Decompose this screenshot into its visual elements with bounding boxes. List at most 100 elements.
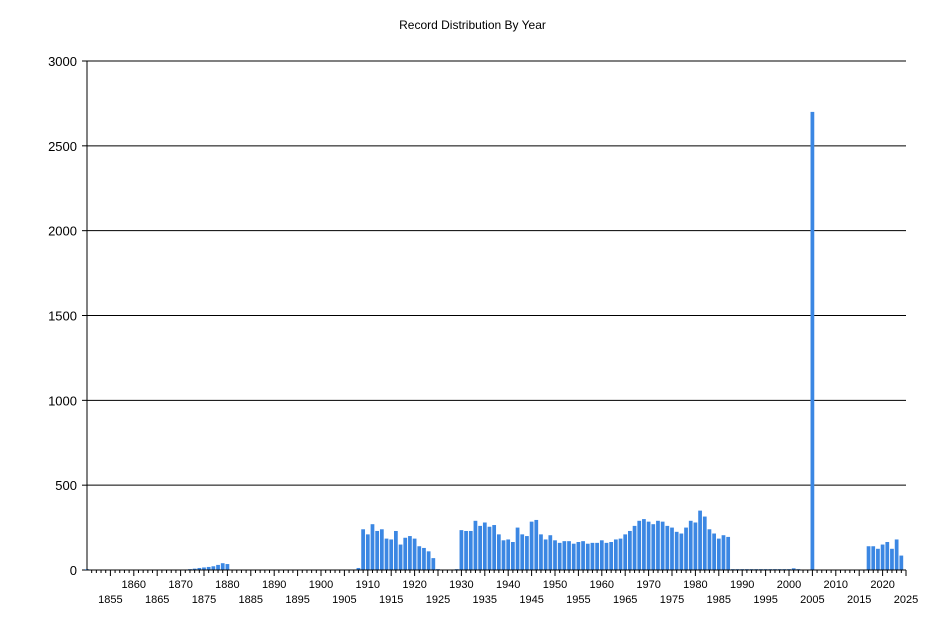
bar [866,546,871,570]
bar [473,520,478,570]
x-tick-label: 1935 [473,594,497,606]
bar [890,548,894,570]
y-tick-label: 2500 [48,139,77,154]
x-tick-label: 1925 [426,594,450,606]
bar [646,521,651,570]
bar [394,530,398,570]
bar [529,521,534,570]
bar [632,525,637,570]
bar [370,524,375,570]
x-tick-label: 1985 [707,594,731,606]
bar [459,530,464,570]
x-tick-label: 1900 [309,579,333,591]
bar [571,543,576,570]
bar [379,529,384,570]
bar [216,564,220,570]
x-tick-label: 1905 [332,594,356,606]
bar [501,540,506,570]
bar [595,542,599,570]
x-tick-label: 2000 [777,579,801,591]
x-tick-label: 1890 [262,579,286,591]
bar [604,542,609,570]
bar [623,534,628,570]
bar [628,530,632,570]
bar [422,547,426,570]
x-tick-label: 1995 [753,594,777,606]
bar [894,539,899,570]
bar [468,530,473,570]
bar [880,544,885,570]
x-tick-label: 1855 [98,594,122,606]
bar [670,527,674,570]
x-tick-label: 1875 [192,594,216,606]
bar-chart: 0 500 1000 1500 2000 2500 3000 18551860 1865 1870… [48,54,918,606]
bar [674,531,679,570]
bar [688,520,693,570]
bar [613,539,618,570]
bar [412,538,417,570]
y-tick-label: 1500 [48,309,77,324]
bar [539,534,543,570]
y-tick-label: 2000 [48,224,77,239]
x-tick-label: 1860 [122,579,146,591]
bar [581,541,585,570]
x-tick-label: 1975 [660,594,684,606]
bar [408,536,412,570]
bar [660,521,665,570]
x-tick-label: 1960 [590,579,614,591]
bar [211,566,216,570]
bar [478,525,482,570]
bar [637,520,642,570]
bar [562,541,567,570]
bar [590,542,595,570]
x-tick-label: 1970 [636,579,660,591]
bar [599,540,604,570]
bar [548,535,553,570]
bar [609,542,614,570]
x-tick-label: 1895 [285,594,309,606]
x-tick-label: 1930 [449,579,473,591]
bar [679,533,684,570]
bar [656,520,660,570]
x-tick-label: 1965 [613,594,637,606]
bar [515,527,520,570]
bar [365,534,370,570]
y-tick-label: 500 [55,478,77,493]
bar [707,529,712,570]
bar [361,529,365,570]
bar [389,539,394,570]
bar [702,516,707,570]
bar [871,546,876,570]
bar [876,548,880,570]
x-tick-label: 2020 [870,579,894,591]
bar [511,542,515,570]
x-tick-label: 1910 [356,579,380,591]
bar [220,563,225,570]
x-tick-label: 2010 [824,579,848,591]
x-tick-label: 2005 [800,594,824,606]
bar [618,538,623,570]
x-tick-label: 2025 [894,594,918,606]
x-tick-label: 1955 [566,594,590,606]
bar [398,544,403,570]
bar [721,535,726,570]
bar [885,542,890,570]
bar [496,534,501,570]
bar [225,564,230,570]
x-tick-label: 1865 [145,594,169,606]
x-tick-label: 1950 [543,579,567,591]
x-tick-label: 1870 [168,579,192,591]
bar [525,536,529,570]
x-tick-label: 1980 [683,579,707,591]
x-tick-label: 1880 [215,579,239,591]
bar [403,537,408,570]
bar [726,536,731,570]
x-tick-label: 1990 [730,579,754,591]
bar [716,538,721,570]
bar [899,555,904,570]
bar [557,542,562,570]
bar [426,551,431,570]
bar [417,546,422,570]
bar [534,519,539,570]
bar [567,541,571,570]
